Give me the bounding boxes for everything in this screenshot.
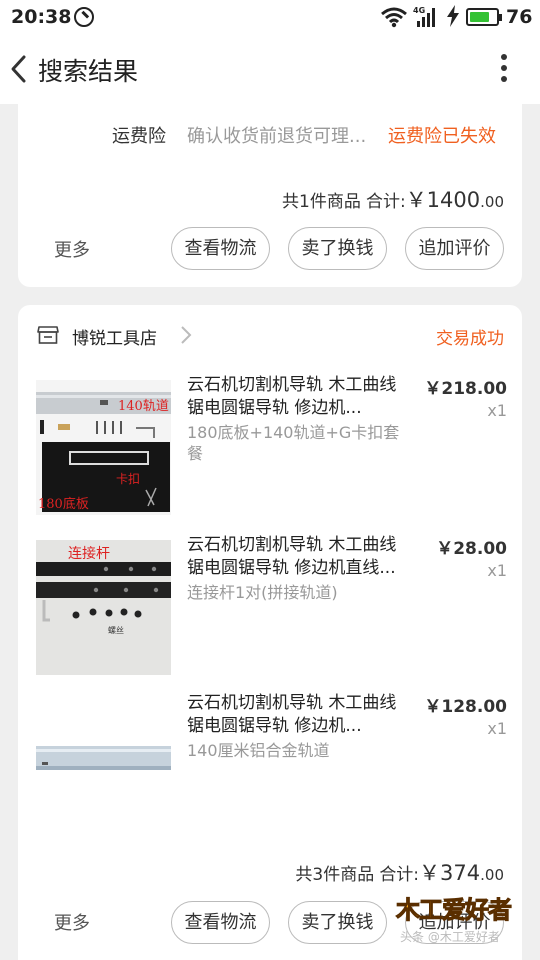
- back-arrow-icon[interactable]: [8, 54, 32, 84]
- battery-icon: [466, 8, 502, 26]
- add-review-button[interactable]: 追加评价: [405, 227, 504, 270]
- cell-signal-icon: 4G: [413, 6, 435, 27]
- product-price: ￥128.00: [424, 697, 507, 717]
- more-options-icon[interactable]: [494, 54, 514, 86]
- product-quantity: x1: [487, 719, 507, 738]
- resell-button[interactable]: 卖了换钱: [288, 901, 387, 944]
- order-total: 共1件商品 合计:￥1400.00: [282, 184, 504, 214]
- product-thumbnail[interactable]: 连接杆 螺丝: [36, 540, 171, 675]
- insurance-description: 确认收货前退货可理...: [187, 126, 367, 147]
- network-type: 4G: [413, 6, 425, 15]
- more-actions-link[interactable]: 更多: [54, 909, 90, 935]
- chevron-right-icon[interactable]: [180, 325, 192, 345]
- resell-button[interactable]: 卖了换钱: [288, 227, 387, 270]
- product-sku: 140厘米铝合金轨道: [187, 741, 330, 760]
- charging-icon: [447, 5, 459, 27]
- order-item[interactable]: 连接杆 螺丝 云石机切割机导轨 木工曲线锯电圆锯导轨 修边机直线... 连接杆1…: [18, 534, 522, 675]
- thumb-label: 连接杆: [68, 545, 110, 562]
- page-title: 搜索结果: [38, 57, 139, 86]
- order-card-previous: 运费险 确认收货前退货可理... 运费险已失效 共1件商品 合计:￥1400.0…: [18, 104, 522, 287]
- view-logistics-button[interactable]: 查看物流: [171, 227, 270, 270]
- watermark-logo: 木工爱好者 头条 @木工爱好者: [396, 890, 526, 946]
- product-price: ￥28.00: [436, 539, 507, 559]
- product-thumbnail[interactable]: 140轨道 卡扣 180底板: [36, 380, 171, 515]
- order-total: 共3件商品 合计:￥374.00: [295, 857, 504, 887]
- product-sku: 180底板+140轨道+G卡扣套餐: [187, 423, 400, 463]
- thumb-label: 螺丝: [108, 625, 124, 635]
- total-amount: ￥1400: [405, 188, 481, 212]
- insurance-status: 运费险已失效: [388, 126, 496, 147]
- do-not-disturb-icon: [74, 7, 94, 27]
- total-decimal: .00: [480, 193, 504, 211]
- shop-name[interactable]: 博锐工具店: [72, 324, 157, 349]
- more-actions-link[interactable]: 更多: [54, 236, 90, 262]
- total-decimal: .00: [480, 866, 504, 884]
- order-item[interactable]: 云石机切割机导轨 木工曲线锯电圆锯导轨 修边机... 140厘米铝合金轨道 ￥1…: [18, 692, 522, 833]
- total-label: 合计:: [379, 865, 420, 885]
- watermark-text: 木工爱好者: [396, 896, 513, 925]
- product-sku: 连接杆1对(拼接轨道): [187, 583, 338, 602]
- product-thumbnail[interactable]: [36, 698, 171, 833]
- product-title[interactable]: 云石机切割机导轨 木工曲线锯电圆锯导轨 修边机...: [187, 692, 407, 738]
- insurance-label: 运费险: [112, 126, 166, 147]
- product-quantity: x1: [487, 401, 507, 420]
- total-amount: ￥374: [419, 861, 481, 885]
- product-price: ￥218.00: [424, 379, 507, 399]
- order-item[interactable]: 140轨道 卡扣 180底板 云石机切割机导轨 木工曲线锯电圆锯导轨 修边机..…: [18, 374, 522, 515]
- thumb-label: 140轨道: [118, 399, 169, 414]
- nav-bar: 搜索结果: [0, 34, 540, 104]
- product-quantity: x1: [487, 561, 507, 580]
- thumb-label: 卡扣: [116, 472, 140, 486]
- item-count: 共3件商品: [295, 865, 375, 885]
- order-status: 交易成功: [436, 329, 504, 349]
- battery-level: 76: [506, 6, 533, 28]
- status-time: 20:38: [11, 6, 72, 28]
- product-title[interactable]: 云石机切割机导轨 木工曲线锯电圆锯导轨 修边机...: [187, 374, 407, 420]
- view-logistics-button[interactable]: 查看物流: [171, 901, 270, 944]
- item-count: 共1件商品: [282, 192, 361, 212]
- watermark-subtext: 头条 @木工爱好者: [400, 930, 500, 944]
- total-label: 合计:: [365, 192, 406, 212]
- order-card: 博锐工具店 交易成功 140轨道 卡扣 180底板 云石机切割机导轨 木工曲线锯…: [18, 305, 522, 960]
- status-bar: 20:38 4G 76: [0, 0, 540, 34]
- thumb-label: 180底板: [38, 496, 89, 512]
- shop-icon: [37, 326, 59, 344]
- wifi-icon: [381, 7, 407, 28]
- product-title[interactable]: 云石机切割机导轨 木工曲线锯电圆锯导轨 修边机直线...: [187, 534, 407, 580]
